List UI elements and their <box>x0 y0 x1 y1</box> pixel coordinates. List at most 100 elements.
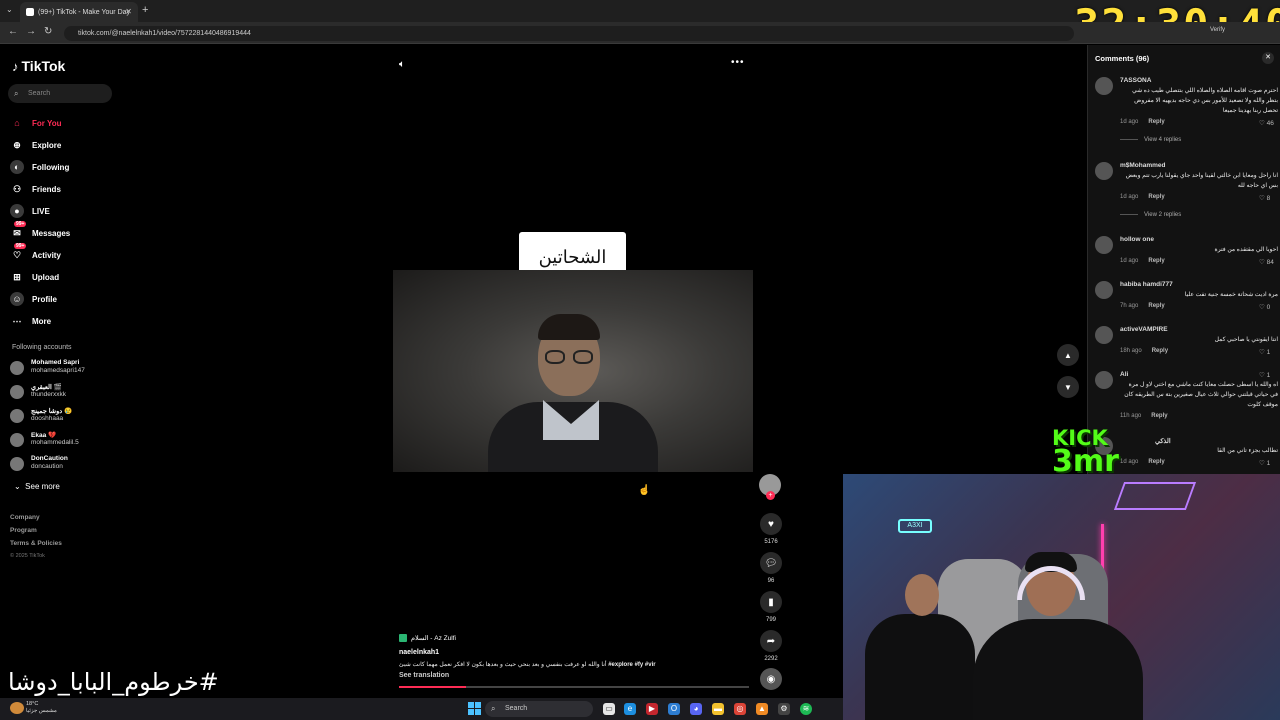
messages-icon: ✉ <box>13 227 21 238</box>
avatar[interactable] <box>1095 162 1113 180</box>
back-arrow-icon[interactable]: ← <box>8 26 18 37</box>
verify-button[interactable]: Verify <box>1210 27 1225 33</box>
more-options-icon[interactable]: ••• <box>731 57 745 68</box>
comment-username[interactable]: activeVAMPIRE <box>1120 326 1168 333</box>
weather-widget[interactable]: 18°C مشمس جزئيا <box>26 701 57 715</box>
taskbar-search-input[interactable]: ⌕ Search <box>485 701 593 717</box>
video-author[interactable]: naelelnkah1 <box>399 649 439 656</box>
footer-link-company[interactable]: Company <box>10 514 40 521</box>
footer-link-program[interactable]: Program <box>10 527 37 534</box>
close-tab-icon[interactable]: ✕ <box>125 7 132 16</box>
browser-tab[interactable]: (99+) TikTok - Make Your Day ✕ <box>20 2 138 22</box>
previous-video-button[interactable]: ▲ <box>1057 344 1079 366</box>
url-input[interactable]: tiktok.com/@naelelnkah1/video/7572281440… <box>64 26 1074 41</box>
comment-like[interactable]: ♡ 1 <box>1259 371 1270 379</box>
comment-username[interactable]: habiba hamdi777 <box>1120 281 1173 288</box>
avatar[interactable] <box>1095 77 1113 95</box>
avatar[interactable] <box>1095 371 1113 389</box>
reply-button[interactable]: Reply <box>1148 194 1164 200</box>
sidebar-item-for-you[interactable]: ⌂ For You <box>10 112 70 134</box>
comment-meta: 1d ago Reply <box>1120 194 1165 200</box>
like-button[interactable]: ♥ 5176 <box>759 513 783 545</box>
comment-username[interactable]: m$Mohammed <box>1120 162 1166 169</box>
follow-plus-icon[interactable]: + <box>766 491 775 500</box>
hashtags[interactable]: #explore #fy #vir <box>608 662 655 668</box>
close-comments-icon[interactable]: ✕ <box>1262 52 1274 64</box>
sidebar-item-messages[interactable]: ✉ 99+ Messages <box>10 221 70 244</box>
sidebar-item-friends[interactable]: ⚇ Friends <box>10 178 70 200</box>
edge-browser-icon[interactable]: e <box>624 703 636 715</box>
volume-icon[interactable]: 🔈︎ <box>399 59 405 70</box>
comment-meta: 1d ago Reply <box>1120 119 1165 125</box>
tab-list-chevron-icon[interactable]: ⌄ <box>6 5 13 14</box>
reply-button[interactable]: Reply <box>1148 119 1164 125</box>
sidebar-item-following[interactable]: ◐ Following <box>10 156 70 178</box>
comment-button[interactable]: 💬︎ 96 <box>759 552 783 584</box>
comment-like[interactable]: ♡ 8 <box>1259 194 1270 202</box>
sidebar-item-more[interactable]: ⋯ More <box>10 310 70 332</box>
comment-like[interactable]: ♡ 0 <box>1259 303 1270 311</box>
video-frame[interactable] <box>393 270 753 472</box>
avatar[interactable] <box>1095 326 1113 344</box>
comments-title: Comments (96) <box>1095 54 1150 63</box>
comment-time: 18h ago <box>1120 348 1142 354</box>
weather-icon[interactable] <box>10 702 24 714</box>
comment-like[interactable]: ♡ 46 <box>1259 119 1274 127</box>
comment-username[interactable]: 7ASSONA <box>1120 77 1151 84</box>
settings-gear-icon[interactable]: ⚙ <box>778 703 790 715</box>
app-icon[interactable]: ▶ <box>646 703 658 715</box>
search-input[interactable]: ⌕ Search <box>8 84 112 103</box>
share-button[interactable]: ➦ 2292 <box>759 630 783 662</box>
reply-button[interactable]: Reply <box>1151 413 1167 419</box>
comment-text: مرة اديت شحاتة خمسة جنية تفت عليا <box>1184 292 1278 298</box>
task-view-icon[interactable]: ▭ <box>603 703 615 715</box>
reply-button[interactable]: Reply <box>1148 258 1164 264</box>
new-tab-button[interactable]: + <box>142 4 148 16</box>
file-explorer-icon[interactable]: ▬ <box>712 703 724 715</box>
outlook-icon[interactable]: O <box>668 703 680 715</box>
windows-start-icon[interactable] <box>468 702 481 715</box>
reply-button[interactable]: Reply <box>1148 303 1164 309</box>
avatar[interactable] <box>1095 281 1113 299</box>
footer-link-terms[interactable]: Terms & Policies <box>10 540 62 547</box>
view-replies-button[interactable]: View 2 replies <box>1120 212 1181 218</box>
activity-badge: 99+ <box>14 243 27 249</box>
spotify-icon[interactable]: ≋ <box>800 703 812 715</box>
view-replies-button[interactable]: View 4 replies <box>1120 137 1181 143</box>
comment-like[interactable]: ♡ 84 <box>1259 258 1274 266</box>
comment-like[interactable]: ♡ 1 <box>1259 459 1270 467</box>
search-icon: ⌕ <box>14 89 19 98</box>
sound-label[interactable]: السلام - Az Zulfi <box>399 634 456 642</box>
discord-icon[interactable]: ◕ <box>690 703 702 715</box>
sidebar-item-upload[interactable]: ⊞ Upload <box>10 266 70 288</box>
chrome-icon[interactable]: ◎ <box>734 703 746 715</box>
sidebar-item-activity[interactable]: ♡ 99+ Activity <box>10 243 70 266</box>
video-progress-bar[interactable] <box>399 686 749 688</box>
save-button[interactable]: ▮ 799 <box>759 591 783 623</box>
sidebar-item-label: Upload <box>32 272 60 282</box>
video-progress-fill <box>399 686 466 688</box>
see-more-button[interactable]: ⌄ See more <box>14 482 60 491</box>
forward-arrow-icon[interactable]: → <box>26 26 36 37</box>
sidebar-item-explore[interactable]: ⊕ Explore <box>10 134 70 156</box>
compass-icon: ⊕ <box>13 139 21 150</box>
reply-button[interactable]: Reply <box>1148 459 1164 465</box>
windows-taskbar: ⌕ Search ▭ e ▶ O ◕ ▬ ◎ ▲ ⚙ ≋ <box>0 698 843 720</box>
comment-like[interactable]: ♡ 1 <box>1259 348 1270 356</box>
comment-username[interactable]: Ali <box>1120 371 1128 378</box>
sound-disc[interactable]: ◉ <box>759 668 783 690</box>
see-translation-link[interactable]: See translation <box>399 672 449 679</box>
avatar[interactable] <box>1095 236 1113 254</box>
comment-username[interactable]: hollow one <box>1120 236 1154 243</box>
comment-username[interactable]: الذكي <box>1155 437 1171 445</box>
reply-button[interactable]: Reply <box>1152 348 1168 354</box>
sidebar-item-profile[interactable]: ☺ Profile <box>10 288 70 310</box>
reload-icon[interactable]: ↻ <box>44 26 52 37</box>
sidebar-item-label: More <box>32 316 52 326</box>
next-video-button[interactable]: ▼ <box>1057 376 1079 398</box>
sidebar-item-live[interactable]: ● LIVE <box>10 200 70 222</box>
account-name: Mohamed Sapri <box>31 359 80 366</box>
sidebar-item-label: For You <box>32 118 62 128</box>
tiktok-logo[interactable]: ♪ TikTok <box>12 58 65 74</box>
vlc-icon[interactable]: ▲ <box>756 703 768 715</box>
